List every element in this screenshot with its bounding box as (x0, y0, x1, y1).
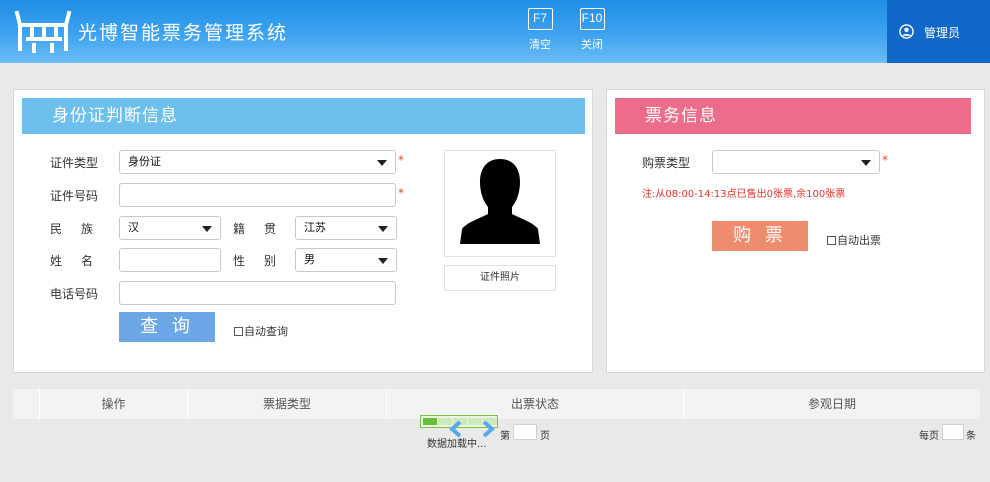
page-suffix-label: 页 (540, 431, 550, 442)
native-place-select[interactable]: 江苏 (295, 216, 397, 240)
auto-query-checkbox[interactable]: 自动查询 (234, 323, 288, 339)
close-label: 关闭 (581, 38, 603, 51)
id-photo-placeholder (444, 150, 556, 257)
person-silhouette-icon (460, 159, 540, 244)
top-header: 光博智能票务管理系统 F7 清空 F10 关闭 管理员 (0, 0, 990, 63)
name-label: 姓名 (50, 254, 113, 268)
chevron-down-icon (377, 160, 387, 166)
table-header-select-column (13, 389, 39, 419)
user-menu[interactable]: 管理员 (887, 0, 990, 63)
gender-label: 性别 (233, 254, 296, 268)
ticket-booth-logo-icon (14, 10, 72, 53)
checkbox-icon (827, 236, 836, 245)
user-name: 管理员 (924, 26, 961, 40)
ticket-panel-title: 票务信息 (615, 98, 971, 134)
ticket-info-panel: 票务信息 购票类型 * 注:从08:00-14:13点已售出0张票,余100张票… (606, 89, 985, 373)
chevron-down-icon (378, 226, 388, 232)
clear-label: 清空 (529, 38, 551, 51)
checkbox-icon (234, 327, 243, 336)
native-place-label: 籍贯 (233, 222, 296, 236)
id-number-input[interactable] (119, 183, 396, 207)
id-number-label: 证件号码 (50, 189, 99, 203)
id-info-panel: 身份证判断信息 证件类型 身份证 * 证件号码 * 民族 汉 籍贯 江苏 姓名 … (13, 89, 593, 373)
user-icon (899, 24, 914, 39)
id-photo-label: 证件照片 (444, 265, 556, 291)
ticket-type-select[interactable] (712, 150, 880, 174)
chevron-down-icon (378, 258, 388, 264)
phone-label: 电话号码 (50, 287, 99, 301)
table-header-visit-date: 参观日期 (683, 389, 980, 419)
sales-notice: 注:从08:00-14:13点已售出0张票,余100张票 (642, 189, 846, 200)
gender-select[interactable]: 男 (295, 248, 397, 272)
gender-value: 男 (304, 253, 315, 266)
id-panel-title: 身份证判断信息 (22, 98, 585, 134)
chevron-down-icon (861, 160, 871, 166)
page-prefix-label: 第 (500, 431, 510, 442)
app-title: 光博智能票务管理系统 (78, 22, 289, 44)
table-header-operation: 操作 (39, 389, 187, 419)
per-page-input[interactable] (942, 424, 964, 440)
required-mark: * (882, 153, 888, 167)
native-place-value: 江苏 (304, 221, 326, 234)
name-input[interactable] (119, 248, 221, 272)
f7-key-label: F7 (527, 8, 553, 30)
per-page-prefix-label: 每页 (919, 431, 939, 442)
close-hotkey-button[interactable]: F10 关闭 (572, 8, 612, 52)
query-button[interactable]: 查 询 (119, 312, 215, 342)
loading-text: 数据加载中... (427, 439, 487, 450)
phone-input[interactable] (119, 281, 396, 305)
ethnicity-value: 汉 (128, 221, 139, 234)
auto-query-label: 自动查询 (244, 325, 288, 338)
page-number-input[interactable] (513, 424, 537, 440)
auto-issue-checkbox[interactable]: 自动出票 (827, 232, 881, 248)
buy-ticket-button[interactable]: 购 票 (712, 221, 808, 251)
id-type-select[interactable]: 身份证 (119, 150, 396, 174)
per-page-suffix-label: 条 (966, 431, 976, 442)
ethnicity-select[interactable]: 汉 (119, 216, 221, 240)
id-type-value: 身份证 (128, 155, 161, 168)
required-mark: * (398, 186, 404, 200)
clear-hotkey-button[interactable]: F7 清空 (520, 8, 560, 52)
auto-issue-label: 自动出票 (837, 234, 881, 247)
required-mark: * (398, 153, 404, 167)
id-type-label: 证件类型 (50, 156, 99, 170)
f10-key-label: F10 (579, 8, 605, 30)
table-header-ticket-type: 票据类型 (187, 389, 386, 419)
ticket-type-label: 购票类型 (642, 156, 691, 170)
chevron-down-icon (202, 226, 212, 232)
ethnicity-label: 民族 (50, 222, 113, 236)
